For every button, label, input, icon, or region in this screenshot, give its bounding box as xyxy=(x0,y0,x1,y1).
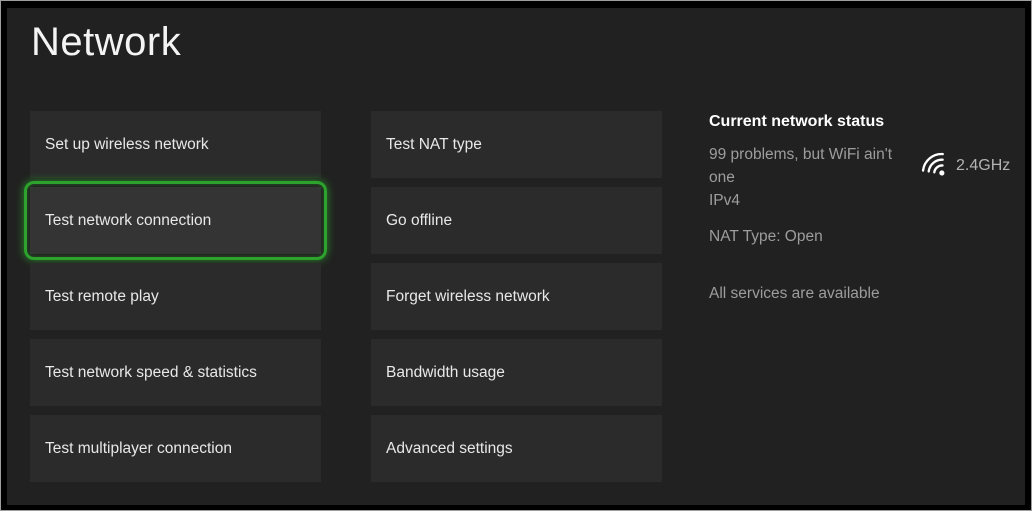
screenshot-frame: Network Set up wireless network Test net… xyxy=(0,0,1032,511)
page-title: Network xyxy=(31,20,182,64)
nat-type: NAT Type: Open xyxy=(709,228,823,245)
network-name: 99 problems, but WiFi ain't one xyxy=(709,146,893,186)
network-name-row: 99 problems, but WiFi ain't one 2.4GHz xyxy=(709,143,1011,189)
menu-item-set-up-wireless-network[interactable]: Set up wireless network xyxy=(30,111,321,178)
menu-item-test-network-connection[interactable]: Test network connection xyxy=(24,181,327,260)
wifi-icon xyxy=(915,145,957,187)
menu-item-go-offline[interactable]: Go offline xyxy=(371,187,662,254)
menu-column-left: Set up wireless network Test network con… xyxy=(24,111,327,491)
wifi-band-label: 2.4GHz xyxy=(956,157,1011,174)
network-settings-screen: Network Set up wireless network Test net… xyxy=(7,8,1025,505)
menu-item-test-remote-play[interactable]: Test remote play xyxy=(30,263,321,330)
ip-version: IPv4 xyxy=(709,192,741,209)
menu-column-middle: Test NAT type Go offline Forget wireless… xyxy=(371,111,662,491)
menu-item-test-network-speed-statistics[interactable]: Test network speed & statistics xyxy=(30,339,321,406)
menu-item-test-nat-type[interactable]: Test NAT type xyxy=(371,111,662,178)
status-heading: Current network status xyxy=(709,113,885,130)
wifi-band: 2.4GHz xyxy=(921,151,1010,181)
network-status-panel: Current network status 99 problems, but … xyxy=(709,113,1011,303)
menu-item-bandwidth-usage[interactable]: Bandwidth usage xyxy=(371,339,662,406)
services-status: All services are available xyxy=(709,285,880,302)
menu-item-advanced-settings[interactable]: Advanced settings xyxy=(371,415,662,482)
menu-item-forget-wireless-network[interactable]: Forget wireless network xyxy=(371,263,662,330)
menu-item-test-multiplayer-connection[interactable]: Test multiplayer connection xyxy=(30,415,321,482)
